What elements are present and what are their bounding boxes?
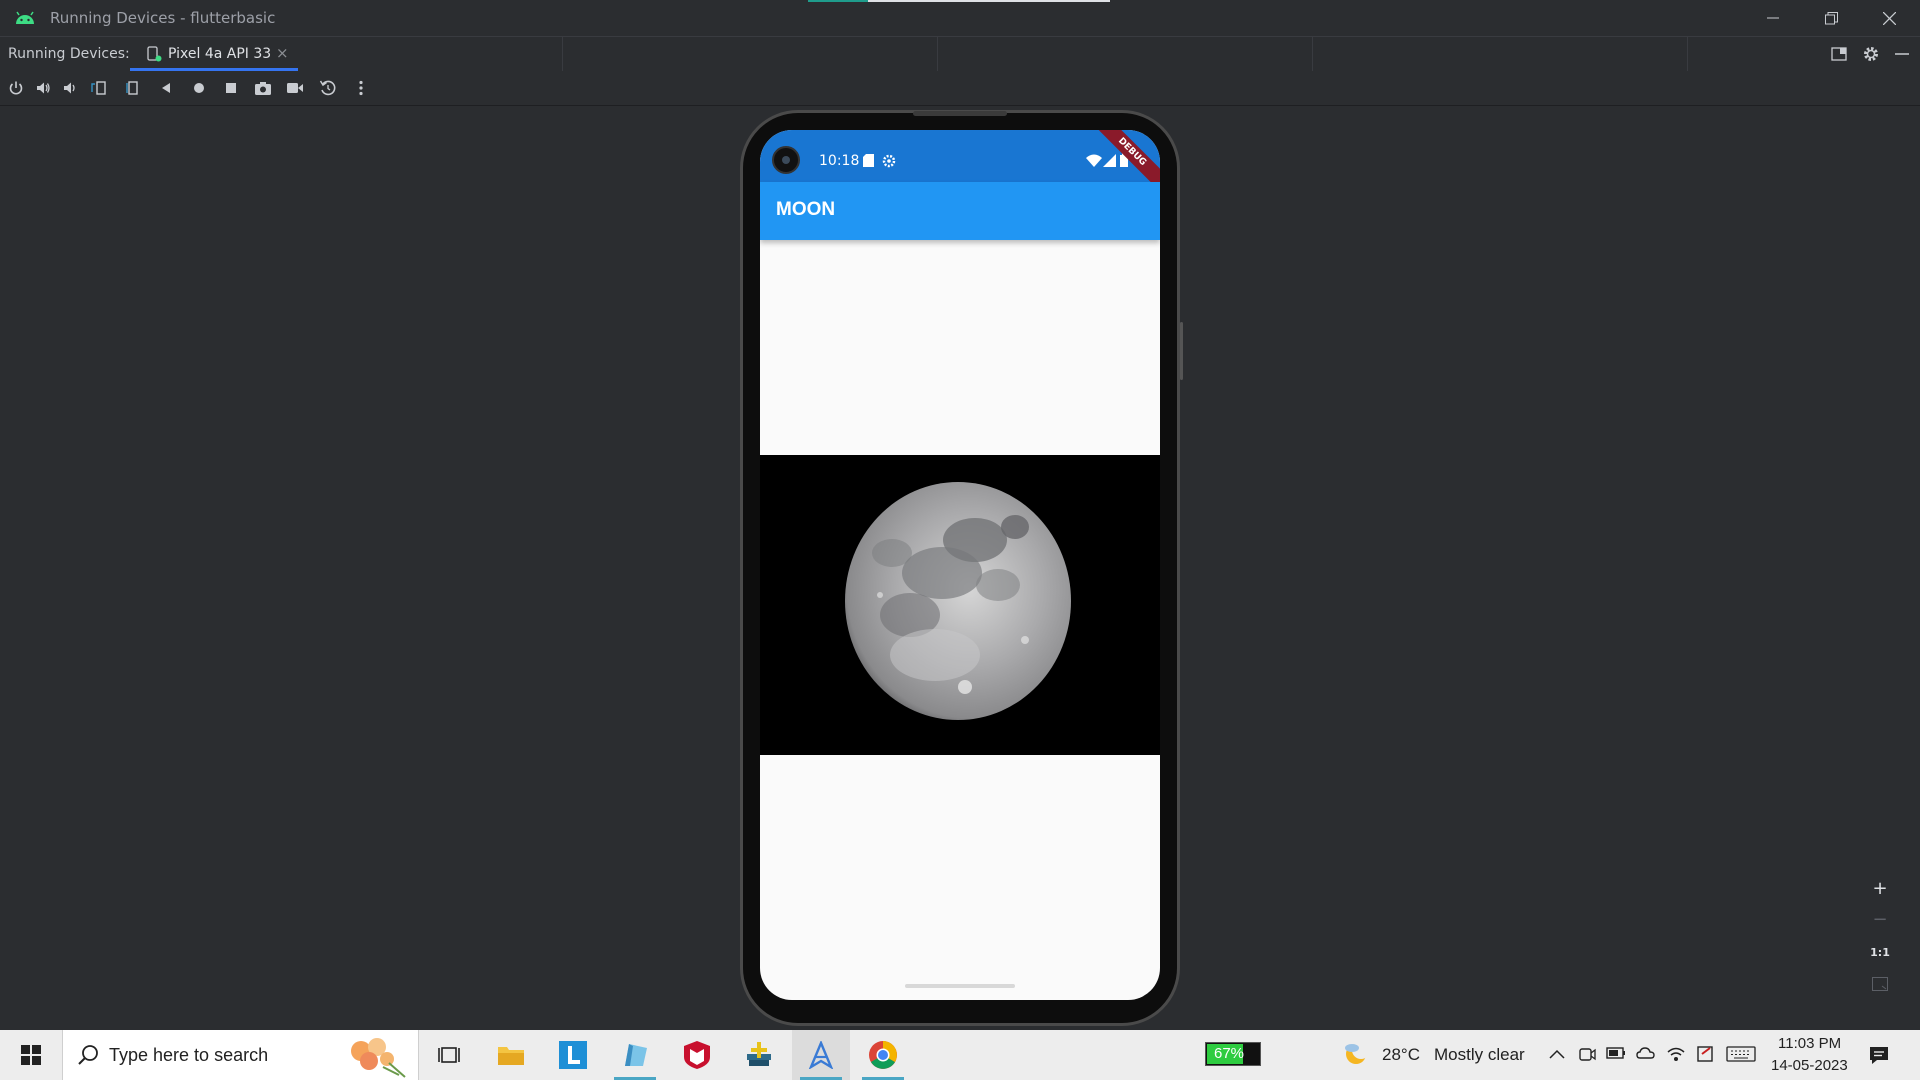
home-icon[interactable] xyxy=(190,79,208,97)
phone-side-button[interactable] xyxy=(1180,322,1183,380)
gesture-home-bar[interactable] xyxy=(905,984,1015,988)
search-icon xyxy=(78,1045,98,1065)
android-studio-taskbar-button[interactable] xyxy=(792,1030,850,1080)
app-l-button[interactable] xyxy=(544,1030,602,1080)
running-devices-label: Running Devices: xyxy=(8,46,130,62)
progress-fill xyxy=(808,0,868,2)
settings-status-icon xyxy=(882,154,896,168)
rotate-right-icon[interactable] xyxy=(125,79,143,97)
tab-label: Pixel 4a API 33 xyxy=(168,46,272,62)
device-screen[interactable]: 10:18 DEBUG MOON xyxy=(760,130,1160,1000)
start-button[interactable] xyxy=(0,1030,62,1080)
close-button[interactable] xyxy=(1860,0,1918,36)
weather-temp[interactable]: 28°C xyxy=(1382,1045,1420,1065)
clock-date[interactable]: 14-05-2023 xyxy=(1771,1057,1848,1074)
moon-picture xyxy=(845,482,1071,720)
fit-screen-icon xyxy=(1872,977,1888,991)
letter-l-app-icon xyxy=(559,1041,587,1069)
screenshot-icon[interactable] xyxy=(254,79,272,97)
volume-up-icon[interactable] xyxy=(34,79,52,97)
ide-title-bar: Running Devices - flutterbasic xyxy=(0,0,1920,36)
back-icon[interactable] xyxy=(157,79,175,97)
windows-logo-icon xyxy=(21,1045,41,1065)
rotate-left-icon[interactable] xyxy=(91,79,109,97)
status-time: 10:18 xyxy=(819,153,860,169)
battery-percent: 67% xyxy=(1214,1045,1245,1062)
task-view-button[interactable] xyxy=(420,1030,478,1080)
tab-pixel-4a[interactable]: Pixel 4a API 33 × xyxy=(130,37,298,71)
moon-image xyxy=(760,455,1160,755)
device-toolbar xyxy=(0,71,1920,106)
tab-close-icon[interactable]: × xyxy=(276,44,289,62)
more-icon[interactable] xyxy=(352,79,370,97)
divider xyxy=(1687,37,1688,71)
close-icon xyxy=(1882,11,1896,25)
wifi-tray-icon[interactable] xyxy=(1666,1044,1686,1064)
layout-icon[interactable] xyxy=(1831,46,1847,62)
keyboard-icon[interactable] xyxy=(1726,1046,1756,1062)
chevron-up-icon[interactable] xyxy=(1549,1048,1565,1060)
volume-tray-icon[interactable] xyxy=(1696,1044,1716,1064)
taskbar-search[interactable]: Type here to search xyxy=(62,1030,419,1080)
wifi-icon xyxy=(1086,154,1102,167)
reset-icon[interactable] xyxy=(319,79,337,97)
app-bar-title: MOON xyxy=(776,199,836,220)
phone-speaker-grille xyxy=(913,111,1007,116)
mcafee-shield-icon xyxy=(684,1041,710,1069)
restore-button[interactable] xyxy=(1802,0,1860,36)
task-view-icon xyxy=(438,1047,460,1063)
search-placeholder: Type here to search xyxy=(109,1045,269,1065)
search-highlight-flowers-icon xyxy=(351,1038,406,1078)
android-studio-icon xyxy=(16,11,34,24)
clock-time[interactable]: 11:03 PM xyxy=(1778,1035,1841,1052)
weather-moon-icon[interactable] xyxy=(1342,1040,1372,1068)
zoom-actual-size-button[interactable]: 1:1 xyxy=(1868,940,1892,964)
stacked-app-icon xyxy=(747,1042,771,1066)
gear-icon[interactable] xyxy=(1862,45,1880,63)
sd-card-icon xyxy=(863,154,874,167)
paper-app-icon xyxy=(625,1044,647,1066)
window-title: Running Devices - flutterbasic xyxy=(50,9,276,27)
device-phone-icon xyxy=(147,46,162,62)
restore-icon xyxy=(1824,11,1838,24)
battery-tray-icon[interactable] xyxy=(1606,1046,1626,1060)
notifications-icon[interactable] xyxy=(1868,1044,1890,1066)
zoom-out-button[interactable]: − xyxy=(1868,907,1892,931)
chrome-icon xyxy=(869,1041,897,1069)
chrome-button[interactable] xyxy=(854,1030,912,1080)
divider xyxy=(562,37,563,71)
minimize-button[interactable] xyxy=(1744,0,1802,36)
power-icon[interactable] xyxy=(7,79,25,97)
divider xyxy=(937,37,938,71)
meet-icon[interactable] xyxy=(1578,1045,1596,1063)
app-stack-button[interactable] xyxy=(730,1030,788,1080)
overview-icon[interactable] xyxy=(222,79,240,97)
divider xyxy=(1312,37,1313,71)
running-devices-tabbar: Running Devices: Pixel 4a API 33 × xyxy=(0,36,1920,72)
volume-down-icon[interactable] xyxy=(61,79,79,97)
app-blue-button[interactable] xyxy=(606,1030,664,1080)
cell-signal-icon xyxy=(1103,154,1116,167)
android-status-bar: 10:18 DEBUG xyxy=(760,130,1160,201)
screen-record-icon[interactable] xyxy=(286,79,304,97)
front-camera xyxy=(772,146,800,174)
app-bar: MOON xyxy=(760,182,1160,240)
mcafee-button[interactable] xyxy=(668,1030,726,1080)
battery-widget[interactable]: 67% xyxy=(1205,1042,1261,1066)
folder-icon xyxy=(498,1047,524,1065)
hide-panel-icon[interactable] xyxy=(1894,46,1910,62)
zoom-fit-button[interactable] xyxy=(1868,972,1892,996)
windows-taskbar: Type here to search 67% 28°C Mostly clea… xyxy=(0,1030,1920,1080)
android-studio-compass-icon xyxy=(808,1041,834,1069)
weather-desc[interactable]: Mostly clear xyxy=(1434,1045,1525,1065)
onedrive-sync-icon[interactable] xyxy=(1636,1044,1656,1064)
file-explorer-button[interactable] xyxy=(482,1030,540,1080)
minimize-icon xyxy=(1767,17,1779,19)
zoom-in-button[interactable]: + xyxy=(1868,876,1892,900)
